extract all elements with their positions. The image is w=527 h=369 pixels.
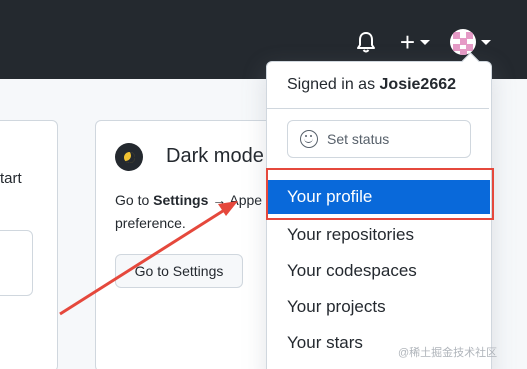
watermark: @稀土掘金技术社区 <box>398 347 498 359</box>
annotation-arrow <box>59 201 238 316</box>
page: + tart Dark mode Go to Settings → Appe p… <box>0 0 527 369</box>
